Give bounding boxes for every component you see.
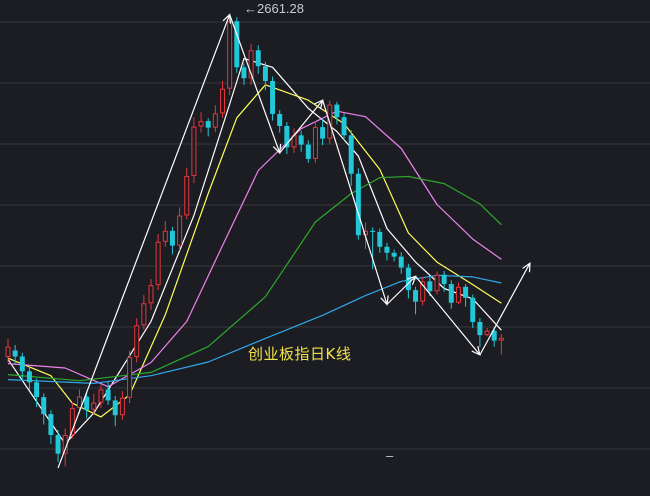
peak-arrow: ←	[244, 1, 257, 16]
candle-body-down	[463, 286, 469, 298]
candle-body-down	[298, 135, 304, 145]
candle-body-down	[384, 246, 390, 253]
candle-body-down	[55, 434, 61, 454]
candle-body-down	[270, 80, 276, 114]
candle-body-down	[377, 231, 383, 247]
candle-body-up	[198, 121, 204, 127]
candle-body-up	[191, 126, 197, 176]
candle-body-up	[141, 303, 147, 326]
candle-body-down	[477, 321, 483, 336]
candle-body-down	[391, 252, 397, 257]
candle-body-down	[448, 284, 454, 303]
candle-body-down	[341, 117, 347, 136]
candle-body-down	[112, 400, 118, 416]
candle-body-down	[413, 290, 419, 302]
peak-value: 2661.28	[257, 1, 304, 16]
kline-chart	[0, 13, 650, 469]
candle-body-down	[262, 66, 268, 81]
moving-average-lines	[7, 57, 502, 445]
candle-body-up	[148, 285, 154, 304]
candle-body-down	[105, 389, 111, 401]
candle-body-up	[134, 325, 140, 358]
candle-body-up	[177, 215, 183, 246]
candle-body-up	[184, 175, 190, 216]
candle-body-down	[26, 371, 32, 383]
grid-lines	[0, 21, 650, 450]
candle-body-down	[19, 356, 25, 372]
candle-body-up	[484, 330, 490, 336]
peak-value-label: ←2661.28	[244, 1, 304, 16]
candle-body-down	[277, 113, 283, 126]
candle-body-down	[370, 230, 376, 232]
candle-body-up	[220, 88, 225, 114]
candle-body-up	[455, 286, 461, 303]
candle-body-down	[205, 121, 211, 128]
candle-body-down	[241, 67, 247, 79]
low-marker: –	[386, 448, 394, 463]
candle-body-down	[334, 104, 340, 118]
candle-body-down	[470, 297, 476, 322]
candle-body-down	[320, 127, 326, 139]
candle-body-up	[98, 389, 104, 403]
candle-body-down	[398, 256, 404, 268]
candle-body-down	[305, 144, 311, 159]
wave-line	[386, 275, 416, 305]
candle-body-down	[355, 173, 361, 236]
candle-body-down	[48, 414, 54, 435]
candle-body-up	[162, 230, 168, 242]
candle-body-up	[312, 127, 318, 159]
candle-body-down	[348, 135, 354, 174]
chart-title: 创业板指日K线	[248, 345, 352, 363]
candle-body-down	[427, 281, 433, 292]
candle-body-down	[255, 50, 261, 67]
candle-body-down	[441, 274, 447, 285]
candle-body-up	[91, 402, 97, 410]
wave-line	[415, 276, 481, 356]
candle-body-up	[5, 346, 11, 358]
candle-body-up	[119, 397, 125, 416]
wave-line	[479, 262, 531, 356]
wave-line	[322, 100, 388, 305]
ma5-line	[7, 57, 502, 445]
ma10-line	[7, 84, 502, 418]
candle-body-up	[212, 113, 218, 128]
candle-body-up	[227, 21, 233, 89]
candle-body-down	[12, 350, 18, 357]
candle-body-up	[127, 357, 133, 398]
candle-body-down	[34, 382, 40, 398]
candle-body-down	[169, 230, 175, 246]
candle-body-down	[41, 397, 47, 415]
candle-body-up	[434, 274, 440, 292]
candle-body-up	[498, 337, 504, 341]
candle-body-up	[155, 241, 161, 286]
